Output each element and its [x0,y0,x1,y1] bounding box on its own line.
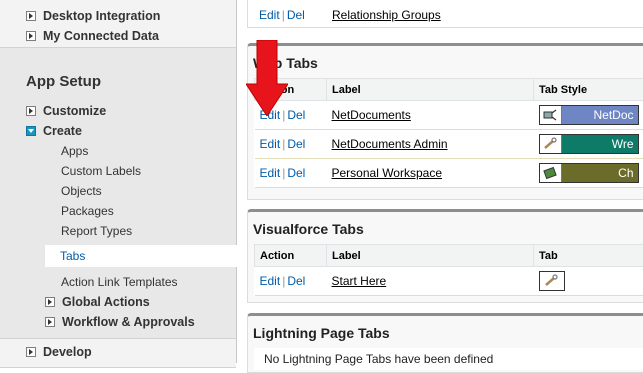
separator: | [280,8,287,22]
sidebar-item-label: Create [43,124,82,138]
column-header-tab-style: Tab Style [534,79,643,101]
sidebar-item-label: Customize [43,104,106,118]
del-link[interactable]: Del [287,166,305,180]
expand-icon[interactable] [26,106,36,116]
sidebar-link-apps[interactable]: Apps [61,144,88,158]
expand-icon[interactable] [45,297,55,307]
tab-style-name: Ch [562,166,638,180]
table-row: Edit|Del NetDocuments Admin Wre [255,130,643,159]
setup-sidebar: Desktop Integration My Connected Data Ap… [0,0,237,363]
tab-label-link[interactable]: Relationship Groups [332,8,441,22]
relationship-groups-row: Edit|Del Relationship Groups [247,0,643,28]
section-title-app-setup: App Setup [26,73,101,90]
empty-message: No Lightning Page Tabs have been defined [254,348,643,370]
table-row: Edit|Del Start Here [255,267,643,296]
column-header-action: Action [255,245,327,267]
del-link[interactable]: Del [287,108,305,122]
wrench-icon [540,272,562,290]
sidebar-item-global-actions[interactable]: Global Actions [45,293,150,311]
sidebar-item-label: My Connected Data [43,29,159,43]
sidebar-link-packages[interactable]: Packages [61,204,114,218]
edit-link[interactable]: Edit [260,137,281,151]
sidebar-item-develop[interactable]: Develop [26,343,92,361]
collapse-icon[interactable] [26,126,36,136]
expand-icon[interactable] [26,347,36,357]
del-link[interactable]: Del [287,137,305,151]
expand-icon[interactable] [26,31,36,41]
sidebar-item-label: Desktop Integration [43,9,160,23]
tab-style-swatch: NetDoc [539,105,639,125]
del-link[interactable]: Del [287,274,305,288]
edit-link[interactable]: Edit [260,166,281,180]
tab-style-name: NetDoc [562,108,638,122]
chip-icon [540,164,562,182]
column-header-label: Label [327,79,534,101]
web-tabs-table: Action Label Tab Style Edit|Del NetDocum… [254,78,643,188]
column-header-label: Label [327,245,534,267]
tab-style-swatch: Wre [539,134,639,154]
expand-icon[interactable] [45,317,55,327]
sidebar-link-tabs-selected[interactable]: Tabs [60,249,85,263]
expand-icon[interactable] [26,11,36,21]
sidebar-link-custom-labels[interactable]: Custom Labels [61,164,141,178]
lightning-page-tabs-section: Lightning Page Tabs No Lightning Page Ta… [247,313,643,373]
sidebar-item-label: Global Actions [62,295,150,309]
column-header-tab: Tab [534,245,643,267]
section-title: Web Tabs [248,46,643,78]
wrench-icon [540,135,562,153]
satellite-icon [540,106,562,124]
sidebar-item-create[interactable]: Create [26,122,82,140]
sidebar-item-label: Workflow & Approvals [62,315,195,329]
sidebar-link-report-types[interactable]: Report Types [61,224,132,238]
sidebar-item-workflow-approvals[interactable]: Workflow & Approvals [45,313,195,331]
visualforce-tabs-section: Visualforce Tabs Action Label Tab Edit|D… [247,209,643,303]
del-link[interactable]: Del [287,8,305,22]
sidebar-item-label: Develop [43,345,92,359]
section-title: Visualforce Tabs [248,212,643,244]
tab-label-link[interactable]: Start Here [332,274,387,288]
table-row: Edit|Del Personal Workspace Ch [255,159,643,188]
sidebar-link-objects[interactable]: Objects [61,184,102,198]
web-tabs-section: Web Tabs Action Label Tab Style Edit|Del… [247,43,643,200]
sidebar-item-my-connected-data[interactable]: My Connected Data [26,27,159,45]
edit-link[interactable]: Edit [260,274,281,288]
sidebar-link-action-link-templates[interactable]: Action Link Templates [61,275,178,289]
tab-label-link[interactable]: NetDocuments [332,108,411,122]
tab-style-swatch: Ch [539,163,639,183]
tab-label-link[interactable]: NetDocuments Admin [332,137,448,151]
section-title: Lightning Page Tabs [248,316,643,348]
main-content: Edit|Del Relationship Groups Web Tabs Ac… [237,0,643,363]
visualforce-tabs-table: Action Label Tab Edit|Del Start Here [254,244,643,296]
edit-link[interactable]: Edit [259,8,280,22]
sidebar-item-customize[interactable]: Customize [26,102,106,120]
tab-style-swatch [539,271,565,291]
tab-label-link[interactable]: Personal Workspace [332,166,443,180]
sidebar-item-desktop-integration[interactable]: Desktop Integration [26,7,160,25]
tab-style-name: Wre [562,137,638,151]
red-down-arrow-icon [246,40,288,116]
table-row: Edit|Del NetDocuments NetDoc [255,101,643,130]
